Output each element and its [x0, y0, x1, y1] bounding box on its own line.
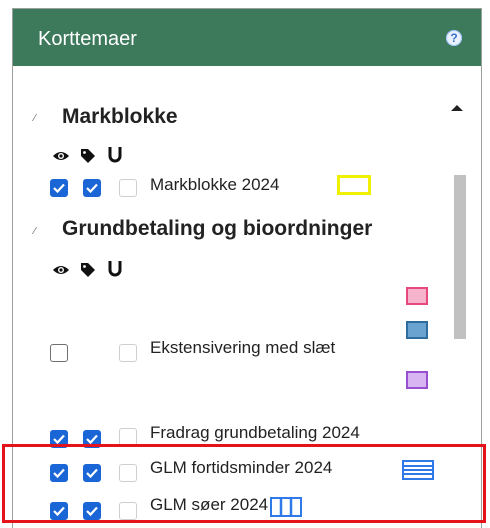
layer-label: GLM søer 2024: [150, 495, 269, 514]
caret-up-icon[interactable]: [451, 105, 463, 111]
panel-title: Korttemaer: [38, 28, 137, 50]
tag-icon: [81, 149, 95, 163]
section-title-markblokke[interactable]: Markblokke: [62, 105, 178, 129]
collapse-marker-icon[interactable]: ⁄: [34, 114, 36, 124]
fradrag-visible-checkbox[interactable]: [50, 430, 68, 448]
legend-swatch-pink: [406, 287, 428, 305]
glm-soer-snap-checkbox[interactable]: [119, 502, 137, 520]
section-title-grundbetaling[interactable]: Grundbetaling og bioordninger: [62, 217, 372, 241]
layer-label: Fradrag grundbetaling 2024: [150, 423, 360, 442]
scrollbar-track[interactable]: [454, 175, 466, 339]
legend-swatch-purple: [406, 371, 428, 389]
magnet-icon: [108, 147, 122, 163]
magnet-icon: [108, 261, 122, 277]
markblokke-2024-visible-checkbox[interactable]: [50, 179, 68, 197]
legend-vertical-hatch: [270, 497, 302, 517]
glm-soer-visible-checkbox[interactable]: [50, 502, 68, 520]
map-themes-panel: Korttemaer ? ⁄ Markblokke Markblokke 202…: [12, 8, 482, 528]
markblokke-2024-labels-checkbox[interactable]: [83, 179, 101, 197]
ekstensivering-visible-checkbox[interactable]: [50, 344, 68, 362]
legend-horizontal-hatch: [402, 460, 434, 480]
eye-icon: [53, 266, 69, 274]
ekstensivering-snap-checkbox[interactable]: [119, 344, 137, 362]
layer-label: GLM fortidsminder 2024: [150, 458, 333, 477]
glm-fortidsminder-visible-checkbox[interactable]: [50, 464, 68, 482]
legend-swatch-blue: [406, 321, 428, 339]
glm-fortidsminder-snap-checkbox[interactable]: [119, 464, 137, 482]
layer-label: Markblokke 2024: [150, 175, 280, 194]
tag-icon: [81, 263, 95, 277]
eye-icon: [53, 152, 69, 160]
markblokke-2024-snap-checkbox[interactable]: [119, 179, 137, 197]
scrollbar-thumb[interactable]: [454, 175, 466, 339]
markblokke-column-icons: [52, 145, 142, 167]
grundbetaling-column-icons: [52, 259, 142, 281]
panel-header: Korttemaer ?: [13, 9, 481, 66]
legend-outline-swatch: [337, 175, 371, 195]
layer-label: Ekstensivering med slæt: [150, 338, 336, 357]
fradrag-labels-checkbox[interactable]: [83, 430, 101, 448]
glm-soer-labels-checkbox[interactable]: [83, 502, 101, 520]
question-circle-icon[interactable]: ?: [446, 30, 462, 46]
glm-fortidsminder-labels-checkbox[interactable]: [83, 464, 101, 482]
fradrag-snap-checkbox[interactable]: [119, 428, 137, 446]
collapse-marker-icon[interactable]: ⁄: [34, 227, 36, 237]
